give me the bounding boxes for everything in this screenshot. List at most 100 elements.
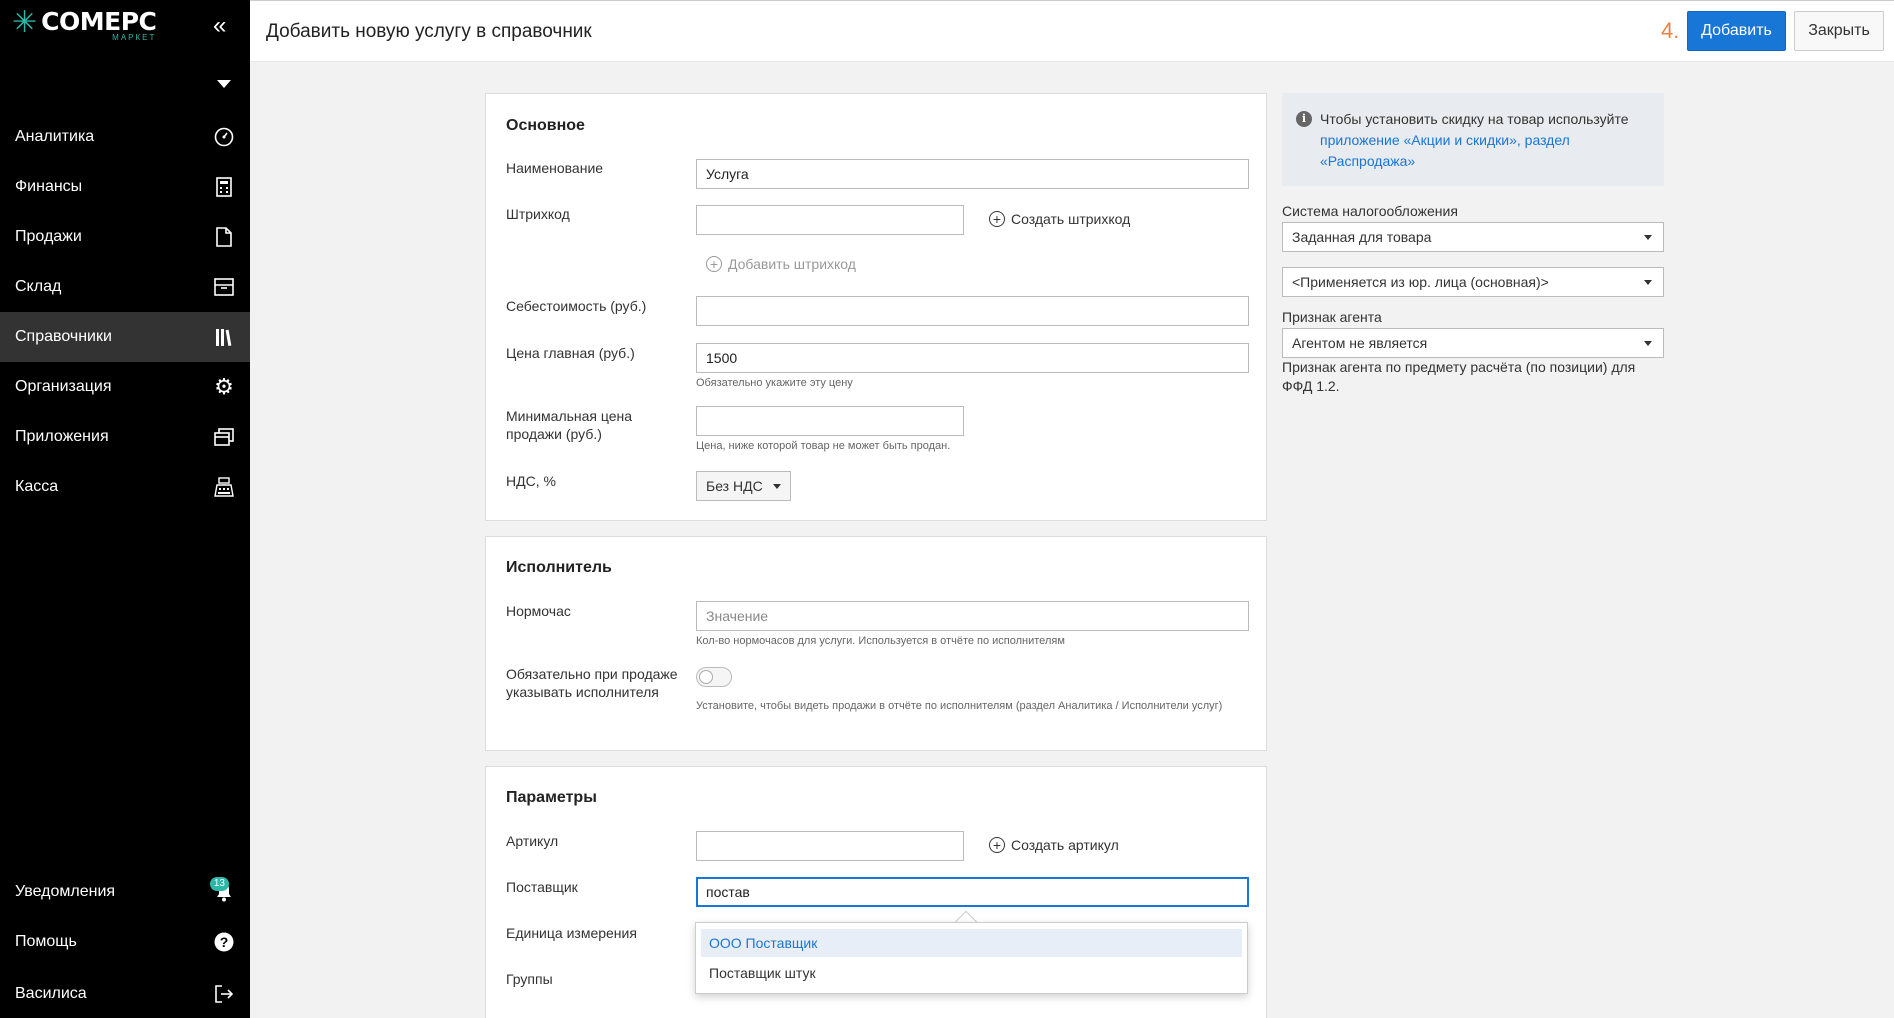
sidebar-item-label: Уведомления [15, 883, 116, 900]
agent-value: Агентом не является [1292, 335, 1428, 351]
required-executor-label: Обязательно при продаже указывать исполн… [506, 666, 678, 700]
plus-circle-icon: + [989, 837, 1005, 853]
supplier-label: Поставщик [506, 879, 578, 895]
min-price-hint: Цена, ниже которой товар не может быть п… [696, 440, 951, 452]
page-header: Добавить новую услугу в справочник 4. До… [250, 0, 1894, 62]
norm-hours-input[interactable]: Значение [696, 601, 1249, 631]
barcode-input[interactable] [696, 205, 964, 235]
sidebar-item-apps[interactable]: Приложения [0, 412, 250, 462]
logo-main-text: СОМЕРС [41, 7, 157, 36]
min-price-input[interactable] [696, 406, 964, 436]
section-title: Исполнитель [506, 559, 612, 576]
sidebar-item-label: Василиса [15, 985, 87, 1002]
create-barcode-label: Создать штрихкод [1011, 211, 1131, 227]
calculator-icon [213, 176, 235, 198]
price-input[interactable]: 1500 [696, 343, 1249, 373]
sidebar-item-finance[interactable]: Финансы [0, 162, 250, 212]
box-icon [213, 276, 235, 298]
sidebar-item-label: Склад [15, 278, 62, 295]
collapse-sidebar-icon[interactable]: « [213, 14, 226, 38]
sidebar-item-warehouse[interactable]: Склад [0, 262, 250, 312]
tax-system-label: Система налогообложения [1282, 203, 1458, 219]
notification-badge: 13 [209, 877, 229, 891]
required-executor-hint: Установите, чтобы видеть продажи в отчёт… [696, 700, 1223, 712]
windows-icon [213, 426, 235, 448]
norm-hours-hint: Кол-во нормочасов для услуги. Использует… [696, 635, 1065, 647]
add-barcode-label: Добавить штрихкод [728, 256, 856, 272]
tax-system-value: Заданная для товара [1292, 229, 1432, 245]
gear-icon: ⚙ [214, 374, 234, 399]
min-price-label: Минимальная цена продажи (руб.) [506, 408, 633, 442]
sidebar-item-cashbox[interactable]: Касса [0, 462, 250, 512]
sidebar-item-analytics[interactable]: Аналитика [0, 112, 250, 162]
vat-select[interactable]: Без НДС [696, 471, 791, 501]
discount-info-box: i Чтобы установить скидку на товар испол… [1282, 93, 1664, 186]
sidebar-item-label: Приложения [15, 428, 109, 445]
help-icon: ? [213, 931, 235, 953]
sidebar-item-label: Финансы [15, 178, 83, 195]
sidebar-item-label: Аналитика [15, 128, 95, 145]
sidebar: ✳ СОМЕРС МАРКЕТ « Аналитика Финансы Прод… [0, 0, 250, 1018]
tax-system-select[interactable]: Заданная для товара [1282, 222, 1664, 252]
sidebar-item-user[interactable]: Василиса [0, 969, 250, 1018]
logo[interactable]: ✳ СОМЕРС МАРКЕТ [12, 6, 157, 43]
document-icon [213, 226, 235, 248]
suggestion-item[interactable]: ООО Поставщик [701, 929, 1242, 957]
name-input[interactable]: Услуга [696, 159, 1249, 189]
agent-hint: Признак агента по предмету расчёта (по п… [1282, 359, 1636, 394]
sidebar-item-label: Касса [15, 478, 59, 495]
sidebar-item-label: Продажи [15, 228, 82, 245]
discount-app-link[interactable]: приложение «Акции и скидки», раздел «Рас… [1320, 132, 1570, 169]
logo-sub-text: МАРКЕТ [112, 33, 157, 42]
sidebar-item-references[interactable]: Справочники [0, 312, 250, 362]
cost-input[interactable] [696, 296, 1249, 326]
barcode-label: Штрихкод [506, 206, 570, 222]
toggle-knob [699, 670, 713, 684]
step-marker: 4. [1661, 18, 1680, 43]
sidebar-item-notifications[interactable]: Уведомления 13 [0, 867, 250, 917]
executor-section: Исполнитель Нормочас Значение Кол-во нор… [485, 536, 1267, 751]
basic-section: Основное Наименование Услуга Штрихкод + … [485, 93, 1267, 521]
info-icon: i [1296, 111, 1312, 127]
info-text: Чтобы установить скидку на товар использ… [1320, 111, 1629, 127]
create-barcode-button[interactable]: + Создать штрихкод [989, 211, 1130, 227]
suggestion-item[interactable]: Поставщик штук [701, 959, 1242, 987]
create-article-button[interactable]: + Создать артикул [989, 837, 1119, 853]
plus-circle-icon: + [706, 256, 722, 272]
unit-label: Единица измерения [506, 925, 637, 941]
logo-star-icon: ✳ [12, 6, 38, 39]
supplier-input[interactable]: постав [696, 877, 1249, 907]
add-button[interactable]: Добавить [1687, 11, 1786, 51]
caret-down-icon [1644, 235, 1652, 240]
sidebar-item-organization[interactable]: Организация ⚙ [0, 362, 250, 412]
groups-label: Группы [506, 971, 553, 987]
agent-select[interactable]: Агентом не является [1282, 328, 1664, 358]
caret-down-icon [1644, 341, 1652, 346]
price-hint: Обязательно укажите эту цену [696, 377, 853, 389]
vat-label: НДС, % [506, 473, 556, 489]
required-executor-toggle[interactable] [696, 667, 732, 687]
chevron-down-icon[interactable] [217, 80, 231, 88]
supplier-suggestions: ООО Поставщик Поставщик штук [695, 922, 1248, 994]
caret-down-icon [1644, 280, 1652, 285]
sidebar-item-label: Помощь [15, 933, 77, 950]
page-title: Добавить новую услугу в справочник [266, 21, 592, 42]
sidebar-item-label: Справочники [15, 328, 112, 345]
sidebar-item-help[interactable]: Помощь ? [0, 917, 250, 967]
cash-register-icon [213, 476, 235, 498]
logout-icon [213, 983, 235, 1005]
agent-label: Признак агента [1282, 309, 1382, 325]
svg-text:?: ? [220, 934, 229, 950]
norm-hours-label: Нормочас [506, 603, 571, 619]
close-button[interactable]: Закрыть [1794, 11, 1884, 51]
price-label: Цена главная (руб.) [506, 345, 635, 361]
legal-entity-select[interactable]: <Применяется из юр. лица (основная)> [1282, 267, 1664, 297]
article-input[interactable] [696, 831, 964, 861]
add-barcode-button[interactable]: + Добавить штрихкод [706, 256, 856, 272]
section-title: Основное [506, 117, 585, 134]
sidebar-item-sales[interactable]: Продажи [0, 212, 250, 262]
legal-entity-value: <Применяется из юр. лица (основная)> [1292, 274, 1549, 290]
sidebar-item-label: Организация [15, 378, 112, 395]
vat-value: Без НДС [706, 478, 763, 494]
article-label: Артикул [506, 833, 559, 849]
